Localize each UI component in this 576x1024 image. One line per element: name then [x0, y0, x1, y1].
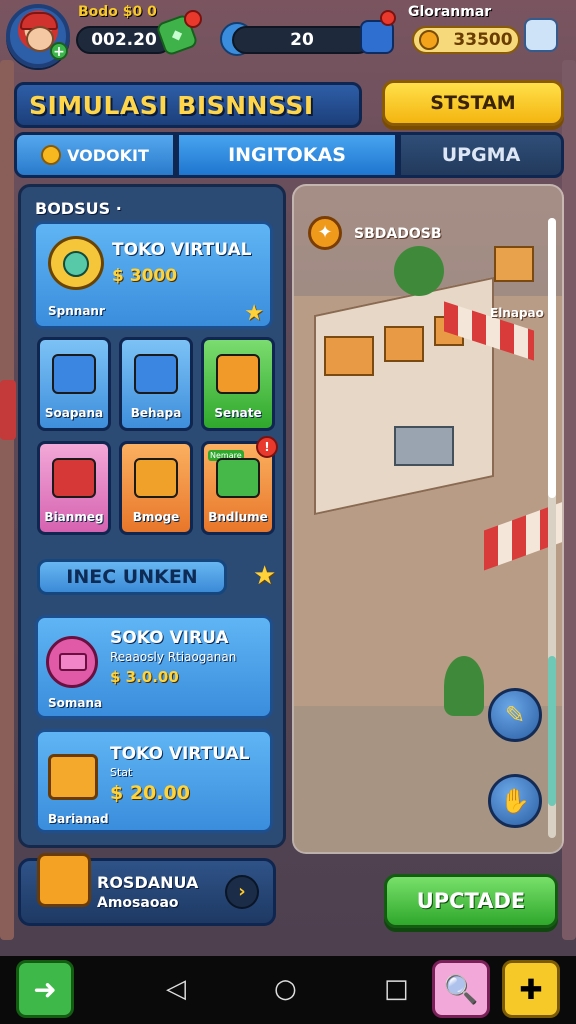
- plus-icon[interactable]: +: [50, 42, 68, 60]
- top-status-bar: + Bodo $0 0 002.20 ◆ 20 Gloranmar 33500: [0, 0, 576, 70]
- box-icon: [48, 754, 98, 800]
- blue-box-icon: [52, 354, 96, 394]
- card-caption: Spnnanr: [48, 304, 105, 318]
- stat-level-pill: 20: [232, 26, 372, 54]
- card-subtitle: Stat: [110, 766, 133, 779]
- store-icon: [48, 236, 104, 290]
- notification-badge: [380, 10, 396, 26]
- coin-icon: [41, 145, 62, 165]
- business-list-panel: BODSUS · TOKO VIRTUAL $ 3000 Spnnanr ★ S…: [18, 184, 286, 848]
- plant-icon: [394, 246, 444, 296]
- stat-level-value: 20: [290, 30, 314, 50]
- tile-label: Bmoge: [132, 510, 180, 524]
- shopping-basket-icon: [46, 636, 98, 688]
- unlock-button[interactable]: INEC UNKEN: [37, 559, 227, 595]
- coin-icon: [419, 30, 440, 50]
- background-sign: [0, 380, 16, 440]
- card-caption: Barianad: [48, 812, 109, 826]
- star-icon: ★: [244, 301, 264, 326]
- business-tile[interactable]: Nemare ! Bndlume: [201, 436, 278, 535]
- tab-bar: VODOKIT INGITOKAS UPGMA: [14, 132, 564, 178]
- crate-icon: [324, 336, 374, 376]
- nav-recents-icon[interactable]: □: [384, 976, 409, 1002]
- tile-label: Senate: [214, 406, 262, 420]
- tab-upgma[interactable]: UPGMA: [398, 132, 564, 178]
- tab-vodokit[interactable]: VODOKIT: [14, 132, 176, 178]
- orange-box-icon: [134, 458, 178, 498]
- crate-icon: [384, 326, 424, 362]
- scrollbar-thumb[interactable]: [548, 218, 556, 498]
- business-tile[interactable]: Senate: [201, 337, 275, 431]
- card-title: SOKO VIRUA: [110, 628, 229, 648]
- business-tile[interactable]: Bianmeg: [37, 441, 111, 535]
- tile-label: Bianmeg: [44, 510, 104, 524]
- player-avatar[interactable]: +: [6, 4, 70, 68]
- business-tile[interactable]: Soapana: [37, 337, 111, 431]
- system-nav-bar: ➜ ◁ ○ □ 🔍 ✚: [0, 956, 576, 1024]
- stat-money-value: 002.20: [91, 30, 157, 50]
- star-icon: ★: [253, 561, 277, 591]
- card-caption: Somana: [48, 696, 103, 710]
- business-subtitle: Amosaoao: [97, 895, 179, 911]
- card-title: TOKO VIRTUAL: [112, 240, 252, 260]
- orange-box-icon: [216, 354, 260, 394]
- background-building: [0, 60, 14, 940]
- computer-icon: [394, 426, 454, 466]
- scrollbar-thumb-secondary[interactable]: [548, 656, 556, 806]
- business-title: ROSDANUA: [97, 873, 199, 892]
- business-card[interactable]: TOKO VIRTUAL Stat $ 20.00 Barianad: [35, 729, 273, 833]
- business-summary-bar[interactable]: ROSDANUA Amosaoao ›: [18, 853, 276, 926]
- card-price: $ 3000: [112, 266, 178, 286]
- puzzle-app-icon[interactable]: ✚: [502, 960, 560, 1018]
- tab-label: VODOKIT: [67, 145, 149, 165]
- card-price: $ 20.00: [110, 782, 190, 804]
- background-building: [562, 60, 576, 940]
- stat-coins-pill: 33500: [412, 26, 520, 54]
- panel-header: BODSUS ·: [35, 199, 122, 218]
- start-button[interactable]: STSTAM: [382, 80, 564, 126]
- nav-back-icon[interactable]: ◁: [166, 976, 186, 1002]
- shop-badge-icon: ✦: [308, 216, 342, 250]
- preview-sublabel: Elnapao: [490, 306, 544, 320]
- stat-money-label: Bodo $0 0: [78, 4, 157, 20]
- crate-icon: [494, 246, 534, 282]
- page-title: SIMULASI BISNNSSI: [14, 82, 362, 128]
- notification-badge: [184, 10, 202, 28]
- preview-label: SBDADOSB: [354, 226, 442, 242]
- plant-icon: [444, 656, 484, 716]
- tile-label: Behapa: [130, 406, 182, 420]
- magnifier-app-icon[interactable]: 🔍: [432, 960, 490, 1018]
- business-tile[interactable]: Behapa: [119, 337, 193, 431]
- tile-label: Soapana: [44, 406, 104, 420]
- tab-label: INGITOKAS: [228, 144, 346, 166]
- notification-badge: !: [256, 436, 278, 458]
- featured-business-card[interactable]: TOKO VIRTUAL $ 3000 Spnnanr ★: [33, 221, 273, 329]
- card-subtitle: Reaaosly Rtiaoganan: [110, 650, 237, 664]
- stat-coins-value: 33500: [453, 30, 513, 50]
- business-card[interactable]: SOKO VIRUA Reaaosly Rtiaoganan $ 3.0.00 …: [35, 615, 273, 719]
- tab-ingitokas[interactable]: INGITOKAS: [176, 132, 398, 178]
- cash-register-icon: [216, 458, 260, 498]
- arrow-right-icon[interactable]: ›: [225, 875, 259, 909]
- store-preview-panel: ✦ SBDADOSB Elnapao ✎ ✋: [292, 184, 564, 854]
- card-title: TOKO VIRTUAL: [110, 744, 250, 764]
- nav-home-icon[interactable]: ○: [274, 976, 297, 1002]
- stat-coins-label: Gloranmar: [408, 4, 492, 20]
- back-arrow-app-icon[interactable]: ➜: [16, 960, 74, 1018]
- tile-label: Bndlume: [208, 510, 268, 524]
- tab-label: UPGMA: [441, 144, 521, 166]
- hand-tool-button[interactable]: ✋: [488, 774, 542, 828]
- blue-box-icon: [134, 354, 178, 394]
- stacked-crates-icon: [52, 458, 96, 498]
- business-tile[interactable]: Bmoge: [119, 441, 193, 535]
- shopping-cart-icon: [37, 853, 91, 907]
- card-price: $ 3.0.00: [110, 668, 179, 686]
- upgrade-button[interactable]: UPCTADE: [384, 874, 558, 928]
- shop-box-icon[interactable]: [524, 18, 558, 52]
- edit-tool-button[interactable]: ✎: [488, 688, 542, 742]
